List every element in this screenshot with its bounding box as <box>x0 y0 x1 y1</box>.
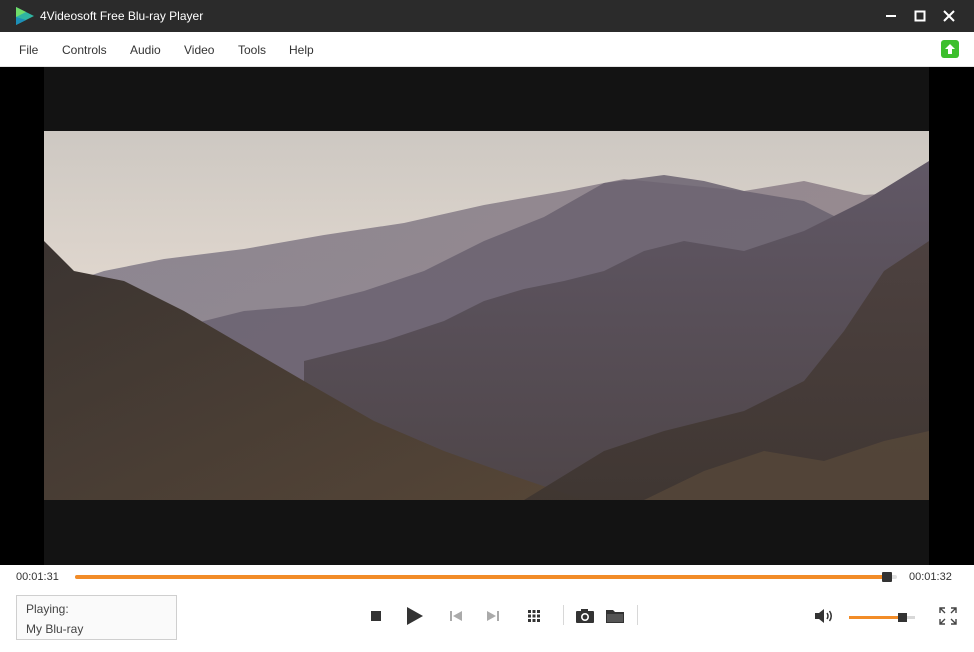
previous-button[interactable] <box>445 605 467 627</box>
window-title: 4Videosoft Free Blu-ray Player <box>40 9 204 23</box>
app-logo-icon <box>16 7 34 25</box>
previous-icon <box>450 611 462 621</box>
video-frame <box>44 131 929 500</box>
now-playing-box: Playing: My Blu-ray <box>16 595 177 640</box>
menu-file[interactable]: File <box>19 43 38 57</box>
menu-tools[interactable]: Tools <box>238 43 266 57</box>
media-title: My Blu-ray <box>26 622 84 636</box>
video-frame-image <box>44 131 929 500</box>
elapsed-time: 00:01:31 <box>16 571 59 583</box>
control-panel: 00:01:31 00:01:32 Playing: My Blu-ray <box>0 565 974 652</box>
folder-icon <box>606 610 624 623</box>
maximize-icon <box>914 10 926 22</box>
open-folder-button[interactable] <box>604 605 626 627</box>
total-duration: 00:01:32 <box>909 571 952 583</box>
volume-handle[interactable] <box>897 613 907 622</box>
menu-bar: File Controls Audio Video Tools Help <box>0 32 974 67</box>
progress-fill <box>75 575 888 579</box>
menu-audio[interactable]: Audio <box>130 43 161 57</box>
volume-fill <box>849 616 902 619</box>
chapter-grid-icon <box>528 610 540 622</box>
play-icon <box>407 607 423 625</box>
play-button[interactable] <box>403 605 425 627</box>
stop-button[interactable] <box>365 605 387 627</box>
minimize-button[interactable] <box>876 0 906 32</box>
volume-icon <box>815 609 832 623</box>
close-button[interactable] <box>934 0 964 32</box>
stop-icon <box>371 611 381 621</box>
chapter-button[interactable] <box>523 605 545 627</box>
close-icon <box>943 10 955 22</box>
progress-bar[interactable] <box>75 572 897 582</box>
control-divider <box>563 605 564 625</box>
title-bar: 4Videosoft Free Blu-ray Player <box>0 0 974 32</box>
fullscreen-icon <box>939 607 957 625</box>
volume-button[interactable] <box>813 605 835 627</box>
upload-arrow-icon <box>945 44 955 54</box>
update-button[interactable] <box>941 40 959 58</box>
next-button[interactable] <box>482 605 504 627</box>
menu-help[interactable]: Help <box>289 43 314 57</box>
maximize-button[interactable] <box>905 0 935 32</box>
snapshot-button[interactable] <box>574 605 596 627</box>
now-playing-label: Playing: <box>26 602 69 616</box>
menu-video[interactable]: Video <box>184 43 214 57</box>
minimize-icon <box>886 15 896 17</box>
progress-handle[interactable] <box>882 572 893 582</box>
menu-controls[interactable]: Controls <box>62 43 107 57</box>
volume-slider[interactable] <box>849 613 915 622</box>
video-area[interactable] <box>0 67 974 565</box>
next-icon <box>487 611 499 621</box>
snapshot-camera-icon <box>576 609 594 623</box>
fullscreen-button[interactable] <box>937 605 959 627</box>
control-divider <box>637 605 638 625</box>
